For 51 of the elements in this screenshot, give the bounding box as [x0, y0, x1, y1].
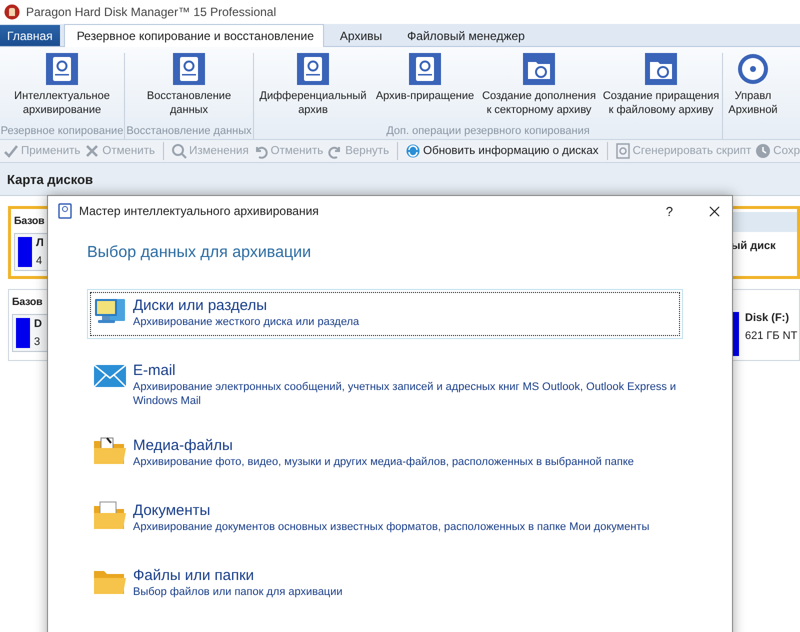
- ribbon-group-label: Доп. операции резервного копирования: [386, 125, 590, 139]
- partition-size: 621 ГБ NT: [745, 330, 798, 342]
- help-button[interactable]: ?: [666, 204, 673, 218]
- disk-drive-icon: [46, 53, 78, 85]
- script-icon: [614, 143, 631, 159]
- partition-name: Л: [36, 237, 44, 249]
- folder-icon: [93, 435, 127, 467]
- disk-drive-icon: [57, 203, 73, 219]
- folder-icon: [93, 500, 127, 532]
- dialog-title: Мастер интеллектуального архивирования: [79, 204, 320, 218]
- disk-header: Базов: [14, 215, 44, 227]
- ribbon-button[interactable]: Управл Архивной: [723, 53, 783, 139]
- ribbon-tab[interactable]: Файловый менеджер: [395, 25, 534, 46]
- ribbon-group-label: Восстановление данных: [126, 125, 252, 139]
- app-logo-icon: [4, 4, 20, 20]
- ribbon-button[interactable]: Создание приращения к файловому архиву: [600, 53, 722, 125]
- ribbon-tab[interactable]: Резервное копирование и восстановление: [64, 24, 324, 47]
- ribbon-button[interactable]: Дифференциальный архив: [254, 53, 372, 125]
- ribbon-button[interactable]: Интеллектуальное архивирование: [0, 53, 124, 125]
- clock-icon: [755, 143, 772, 159]
- ribbon-tab[interactable]: Архивы: [328, 25, 392, 46]
- main-menu-tab[interactable]: Главная: [0, 25, 60, 46]
- panel-title: Карта дисков: [7, 172, 94, 186]
- ribbon-button[interactable]: Восстановление данных: [125, 53, 253, 125]
- partition-name: D: [34, 318, 42, 330]
- wizard-option[interactable]: Медиа-файлы Архивирование фото, видео, музыки и других медиа-файлов, расположенных в выбранной папке: [87, 429, 683, 479]
- folder-icon: [523, 53, 555, 85]
- disk-drive-icon: [409, 53, 441, 85]
- folder-icon: [645, 53, 677, 85]
- refresh-icon: [405, 143, 422, 159]
- window-title: Paragon Hard Disk Manager™ 15 Professional: [26, 5, 276, 19]
- partition-size: 4: [36, 255, 44, 267]
- cross-icon: [84, 143, 100, 159]
- wizard-option[interactable]: Документы Архивирование документов основных известных форматов, расположенных в папке Мои документы: [87, 494, 683, 544]
- ribbon-button[interactable]: Создание дополнения к секторному архиву: [478, 53, 600, 125]
- search-icon: [171, 143, 188, 159]
- disk-header: Базов: [12, 296, 42, 308]
- partition-size: 3: [34, 336, 42, 348]
- wizard-option[interactable]: Файлы или папки Выбор файлов или папок для архивации: [87, 559, 683, 609]
- wizard-option[interactable]: Диски или разделы Архивирование жесткого диска или раздела: [87, 289, 683, 339]
- ribbon-group-label: Резервное копирование: [0, 125, 124, 139]
- disc-icon: [737, 53, 769, 85]
- wizard-option[interactable]: E-mail Архивирование электронных сообщений, учетных записей и адресных книг MS Outlook, Outlook Express и Windows Mail: [87, 354, 683, 414]
- disk-drive-icon: [297, 53, 329, 85]
- close-icon[interactable]: [709, 206, 720, 216]
- dialog-heading: Выбор данных для архивации: [87, 244, 312, 262]
- partition-name: Disk (F:): [745, 312, 790, 324]
- ribbon-button[interactable]: Архив-приращение: [372, 53, 478, 125]
- toolbar-button[interactable]: Обновить информацию о дисках: [405, 143, 598, 159]
- disk-drive-icon: [173, 53, 205, 85]
- check-icon: [3, 143, 19, 159]
